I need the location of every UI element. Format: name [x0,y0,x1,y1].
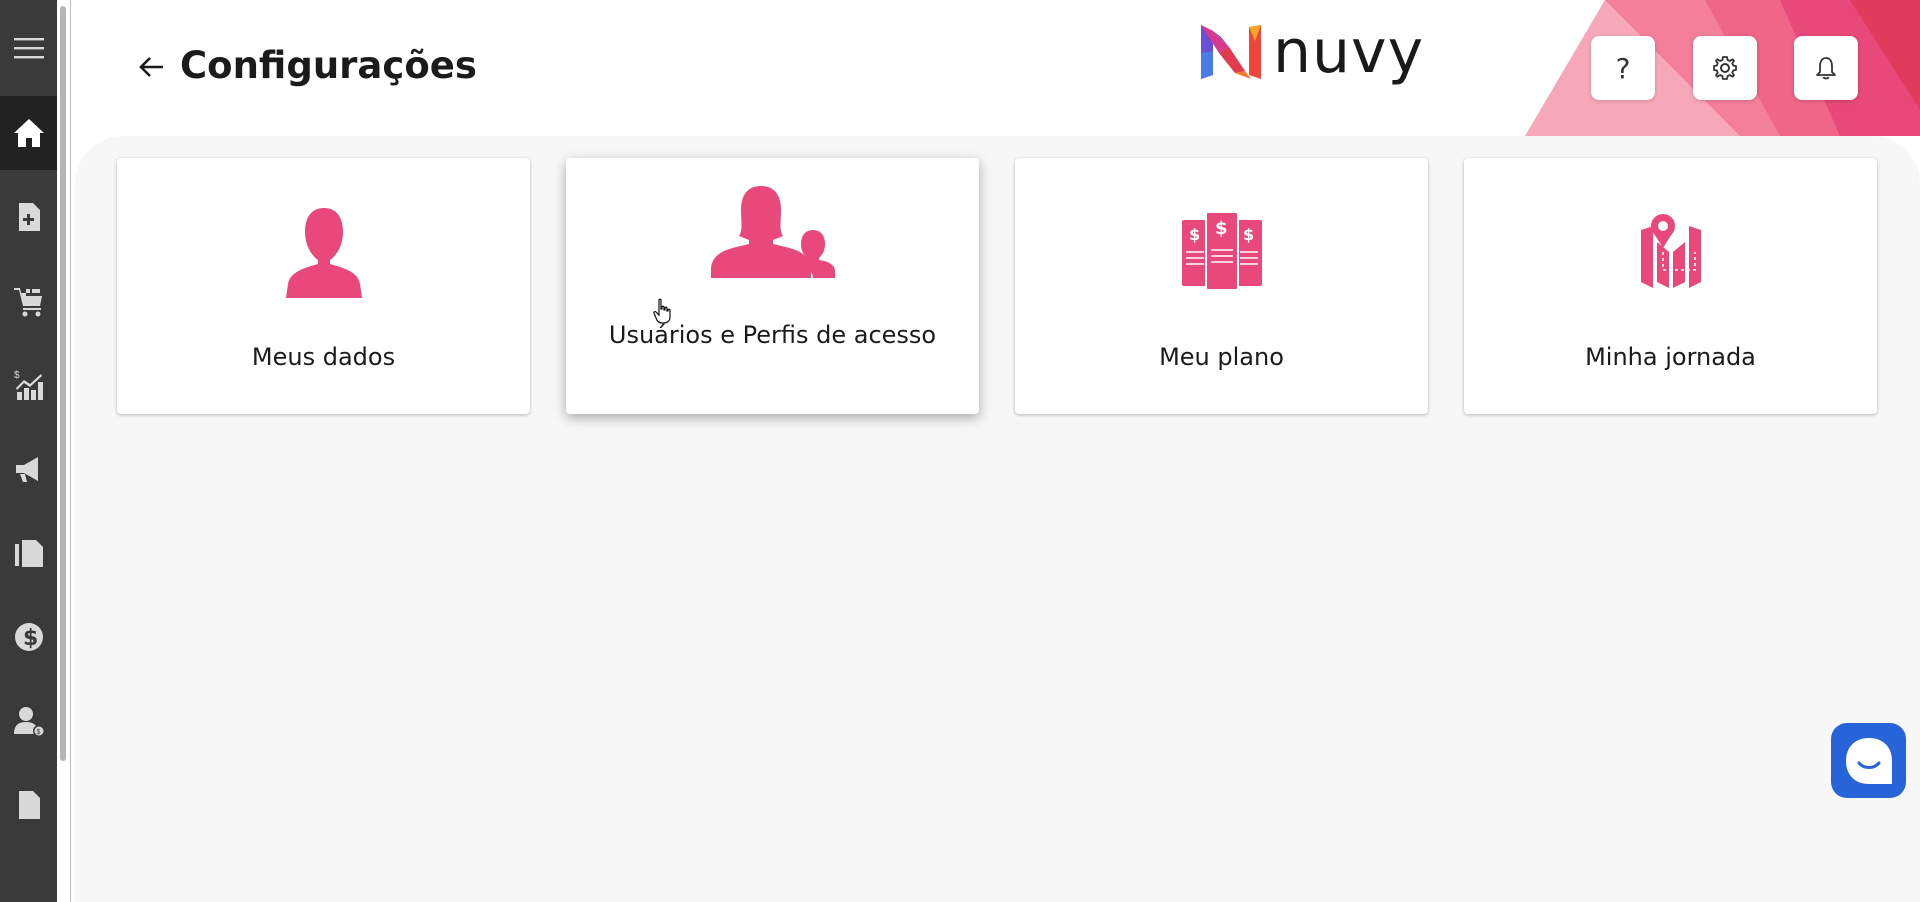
page-title: Configurações [180,44,477,87]
card-label: Meus dados [251,343,396,371]
back-button[interactable] [133,48,171,86]
svg-text:$: $ [1243,225,1254,244]
documents-icon [14,540,43,567]
settings-button[interactable] [1693,36,1757,100]
home-icon [13,119,44,147]
gift-cart-icon [13,288,42,317]
header: Configurações nuvy ? [71,0,1920,136]
file-icon [18,791,40,819]
sidebar-item-customers[interactable]: $ [0,684,57,758]
chart-dollar-icon: $ [14,370,43,400]
sidebar-item-catalog[interactable] [0,516,57,590]
svg-text:$: $ [14,370,20,381]
add-document-icon [18,203,40,231]
svg-text:$: $ [1215,218,1228,239]
sidebar-item-finance[interactable]: $ [0,600,57,674]
svg-text:$: $ [36,729,40,736]
card-meu-plano[interactable]: $ $ $ Meu plano [1015,158,1428,414]
card-usuarios-perfis[interactable]: Usuários e Perfis de acesso [566,158,979,414]
svg-text:$: $ [23,626,38,651]
card-minha-jornada[interactable]: Minha jornada [1464,158,1877,414]
card-meus-dados[interactable]: Meus dados [117,158,530,414]
chat-button[interactable] [1831,723,1906,798]
arrow-left-icon [139,57,163,77]
sidebar-item-files[interactable] [0,768,57,842]
nuvy-logo-mark-icon [1201,25,1261,79]
chat-bubble-icon [1845,737,1892,784]
logo-text: nuvy [1273,17,1425,87]
card-label: Minha jornada [1585,343,1756,371]
sidebar-item-reports[interactable]: $ [0,348,57,422]
users-group-icon [710,186,835,278]
scrollbar-thumb[interactable] [60,6,66,761]
sidebar-scrollbar[interactable] [58,0,68,902]
sidebar: $ $ $ [0,0,57,902]
help-icon: ? [1615,51,1631,85]
sidebar-item-home[interactable] [0,96,57,170]
hamburger-menu-icon [13,38,44,59]
sidebar-item-shopping-cart[interactable] [0,264,57,338]
bell-icon [1816,57,1836,80]
map-pin-icon [1640,214,1701,288]
notifications-button[interactable] [1794,36,1858,100]
hand-cursor-icon [653,298,671,324]
single-user-icon [285,208,362,298]
sidebar-item-campaigns[interactable] [0,432,57,506]
sidebar-menu-toggle[interactable] [0,10,57,86]
user-dollar-icon: $ [13,707,45,737]
price-plan-icon: $ $ $ [1181,211,1262,290]
card-label: Usuários e Perfis de acesso [608,321,937,349]
nuvy-logo[interactable]: nuvy [1199,22,1424,82]
dollar-coin-icon: $ [14,623,43,651]
svg-text:$: $ [1189,225,1200,244]
card-label: Meu plano [1159,343,1284,371]
help-button[interactable]: ? [1591,36,1655,100]
megaphone-icon [15,457,38,482]
sidebar-item-add-document[interactable] [0,180,57,254]
gear-icon [1713,56,1737,80]
